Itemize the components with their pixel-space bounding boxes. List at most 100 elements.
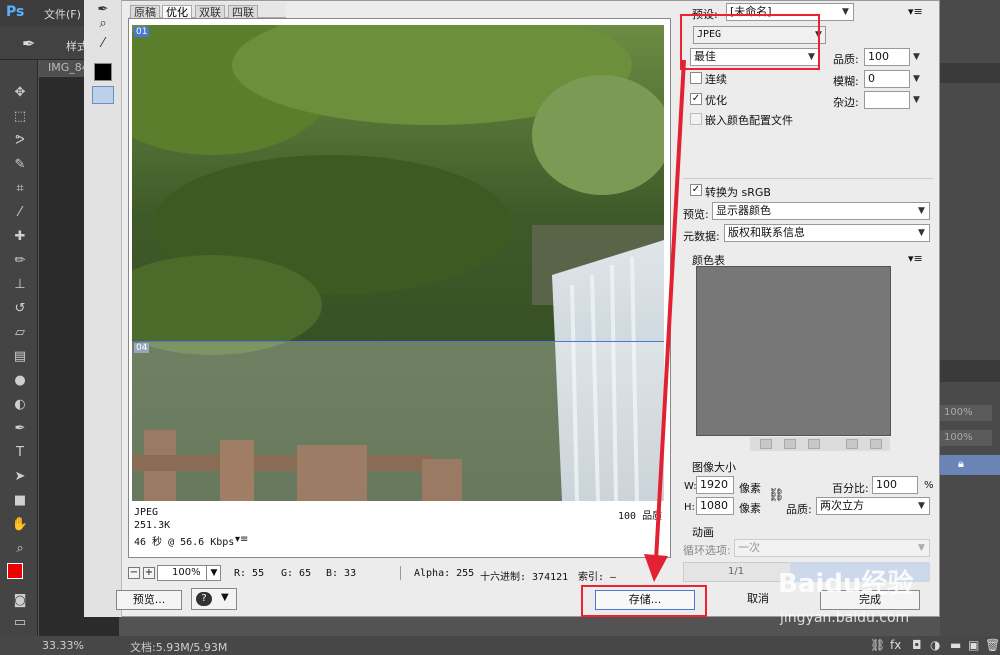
status-g: G: 65: [281, 568, 312, 579]
percent-label: 百分比:: [832, 482, 869, 495]
status-b: B: 33: [326, 568, 357, 579]
link-layers-icon[interactable]: ⛓: [870, 638, 885, 652]
chevron-down-icon[interactable]: ▼: [913, 74, 920, 84]
new-layer-icon[interactable]: ▣: [968, 638, 979, 652]
quick-mask-icon[interactable]: ◙: [11, 592, 29, 610]
trash-icon[interactable]: [870, 439, 882, 449]
tab-optimized[interactable]: 优化: [162, 5, 192, 19]
panel-menu-icon[interactable]: ▾≡: [908, 5, 923, 18]
chevron-down-icon[interactable]: ▼: [221, 592, 229, 603]
preview-mode-select[interactable]: 显示器颜色: [712, 202, 930, 220]
foreground-color-swatch[interactable]: [7, 563, 23, 579]
chevron-down-icon[interactable]: ▼: [206, 565, 221, 581]
toggle-slices-icon[interactable]: [92, 86, 114, 104]
chevron-down-icon[interactable]: ▼: [913, 52, 920, 62]
height-field[interactable]: 1080: [696, 497, 734, 515]
preview-in-browser-button[interactable]: 预览...: [116, 590, 182, 610]
add-color-icon[interactable]: [846, 439, 858, 449]
matte-field[interactable]: [864, 91, 910, 109]
width-field[interactable]: 1920: [696, 476, 734, 494]
menu-file[interactable]: 文件(F): [44, 6, 81, 22]
zoom-icon[interactable]: ⌕: [93, 14, 113, 34]
eyedropper-color-swatch[interactable]: [94, 63, 112, 81]
zoom-out-button[interactable]: −: [128, 567, 140, 579]
quick-select-icon[interactable]: ✎: [11, 156, 29, 174]
shape-tool-icon[interactable]: ■: [11, 492, 29, 510]
link-icon[interactable]: ⛓: [768, 488, 785, 503]
hand-tool-icon[interactable]: ✋: [11, 516, 29, 534]
optimized-checkbox[interactable]: ✓: [690, 93, 702, 105]
chevron-down-icon[interactable]: ▼: [913, 95, 920, 105]
convert-srgb-checkbox[interactable]: ✓: [690, 184, 702, 196]
stamp-tool-icon[interactable]: ⊥: [11, 276, 29, 294]
ps-zoom-level[interactable]: 33.33%: [42, 639, 84, 652]
preview-image[interactable]: [132, 25, 664, 501]
heal-tool-icon[interactable]: ✚: [11, 228, 29, 246]
map-transparent-icon[interactable]: [760, 439, 772, 449]
info-menu-icon[interactable]: ▾≡: [235, 534, 248, 545]
chevron-down-icon[interactable]: ▼: [918, 228, 925, 238]
status-hex: 十六进制: 374121: [480, 572, 569, 583]
blur-tool-icon[interactable]: ●: [11, 372, 29, 390]
trash-icon[interactable]: 🗑︎: [985, 638, 1000, 652]
layer-row[interactable]: [940, 455, 1000, 475]
lasso-tool-icon[interactable]: ᕗ: [11, 132, 29, 150]
progressive-checkbox[interactable]: [690, 72, 702, 84]
tab-4up[interactable]: 四联: [228, 5, 258, 19]
adjustment-icon[interactable]: ◑: [930, 638, 940, 652]
eyedropper-icon[interactable]: ⁄: [93, 34, 113, 54]
brush-icon[interactable]: ✏: [11, 252, 29, 270]
slice-label[interactable]: 01: [134, 27, 150, 37]
history-brush-icon[interactable]: ↺: [11, 300, 29, 318]
chevron-down-icon[interactable]: ▼: [918, 543, 925, 553]
chevron-down-icon[interactable]: ▼: [918, 206, 925, 216]
quality-field[interactable]: 100: [864, 48, 910, 66]
chevron-down-icon[interactable]: ▼: [842, 7, 849, 17]
crop-tool-icon[interactable]: ⌗: [11, 180, 29, 198]
gradient-tool-icon[interactable]: ▤: [11, 348, 29, 366]
dodge-tool-icon[interactable]: ◐: [11, 396, 29, 414]
resample-label: 品质:: [786, 503, 812, 516]
web-shift-icon[interactable]: [784, 439, 796, 449]
mask-icon[interactable]: ◘: [912, 638, 922, 652]
chevron-down-icon[interactable]: ▼: [918, 501, 925, 511]
right-dock: [940, 0, 1000, 636]
pen-tool-icon[interactable]: ✒: [11, 420, 29, 438]
embed-profile-checkbox[interactable]: [690, 113, 702, 125]
info-file-size: 251.3K: [134, 520, 171, 531]
path-select-icon[interactable]: ➤: [11, 468, 29, 486]
browser-icon: ?: [196, 592, 212, 606]
eyedropper-tool-icon[interactable]: ⁄: [11, 204, 29, 222]
eraser-tool-icon[interactable]: ▱: [11, 324, 29, 342]
slice-label[interactable]: 04: [134, 343, 150, 353]
resample-select[interactable]: 两次立方: [816, 497, 930, 515]
zoom-tool-icon[interactable]: ⌕: [11, 540, 29, 558]
tab-original[interactable]: 原稿: [130, 5, 160, 19]
screen: Ps 文件(F) ✕ ✒ 样式 IMG_84 ✥ ⬚ ᕗ ✎ ⌗ ⁄ ✚ ✏ ⊥…: [0, 0, 1000, 655]
move-tool-icon[interactable]: ✥: [11, 84, 29, 102]
fill-field[interactable]: 100%: [940, 430, 992, 446]
status-r: R: 55: [234, 568, 265, 579]
animation-label: 动画: [692, 526, 714, 539]
lock-color-icon[interactable]: [808, 439, 820, 449]
info-format: JPEG: [134, 507, 159, 518]
marquee-tool-icon[interactable]: ⬚: [11, 108, 29, 126]
fx-icon[interactable]: fx: [890, 638, 901, 652]
metadata-select[interactable]: 版权和联系信息: [724, 224, 930, 242]
group-icon[interactable]: ▬: [950, 638, 961, 652]
progressive-label: 连续: [705, 73, 727, 86]
zoom-in-button[interactable]: +: [143, 567, 155, 579]
layers-panel-header: [940, 360, 1000, 382]
blur-field[interactable]: 0: [864, 70, 910, 88]
loop-select[interactable]: 一次: [734, 539, 930, 557]
panel-menu-icon[interactable]: ▾≡: [908, 252, 923, 265]
type-tool-icon[interactable]: T: [11, 444, 29, 462]
view-tabs: 原稿 优化 双联 四联: [129, 2, 286, 19]
screen-mode-icon[interactable]: ▭: [11, 614, 29, 632]
percent-field[interactable]: 100: [872, 476, 918, 494]
convert-srgb-label: 转换为 sRGB: [705, 186, 771, 199]
watermark-url: jingyan.baidu.com: [780, 610, 910, 626]
brush-tool-icon[interactable]: ✒: [22, 34, 35, 53]
opacity-field[interactable]: 100%: [940, 405, 992, 421]
tab-2up[interactable]: 双联: [195, 5, 225, 19]
